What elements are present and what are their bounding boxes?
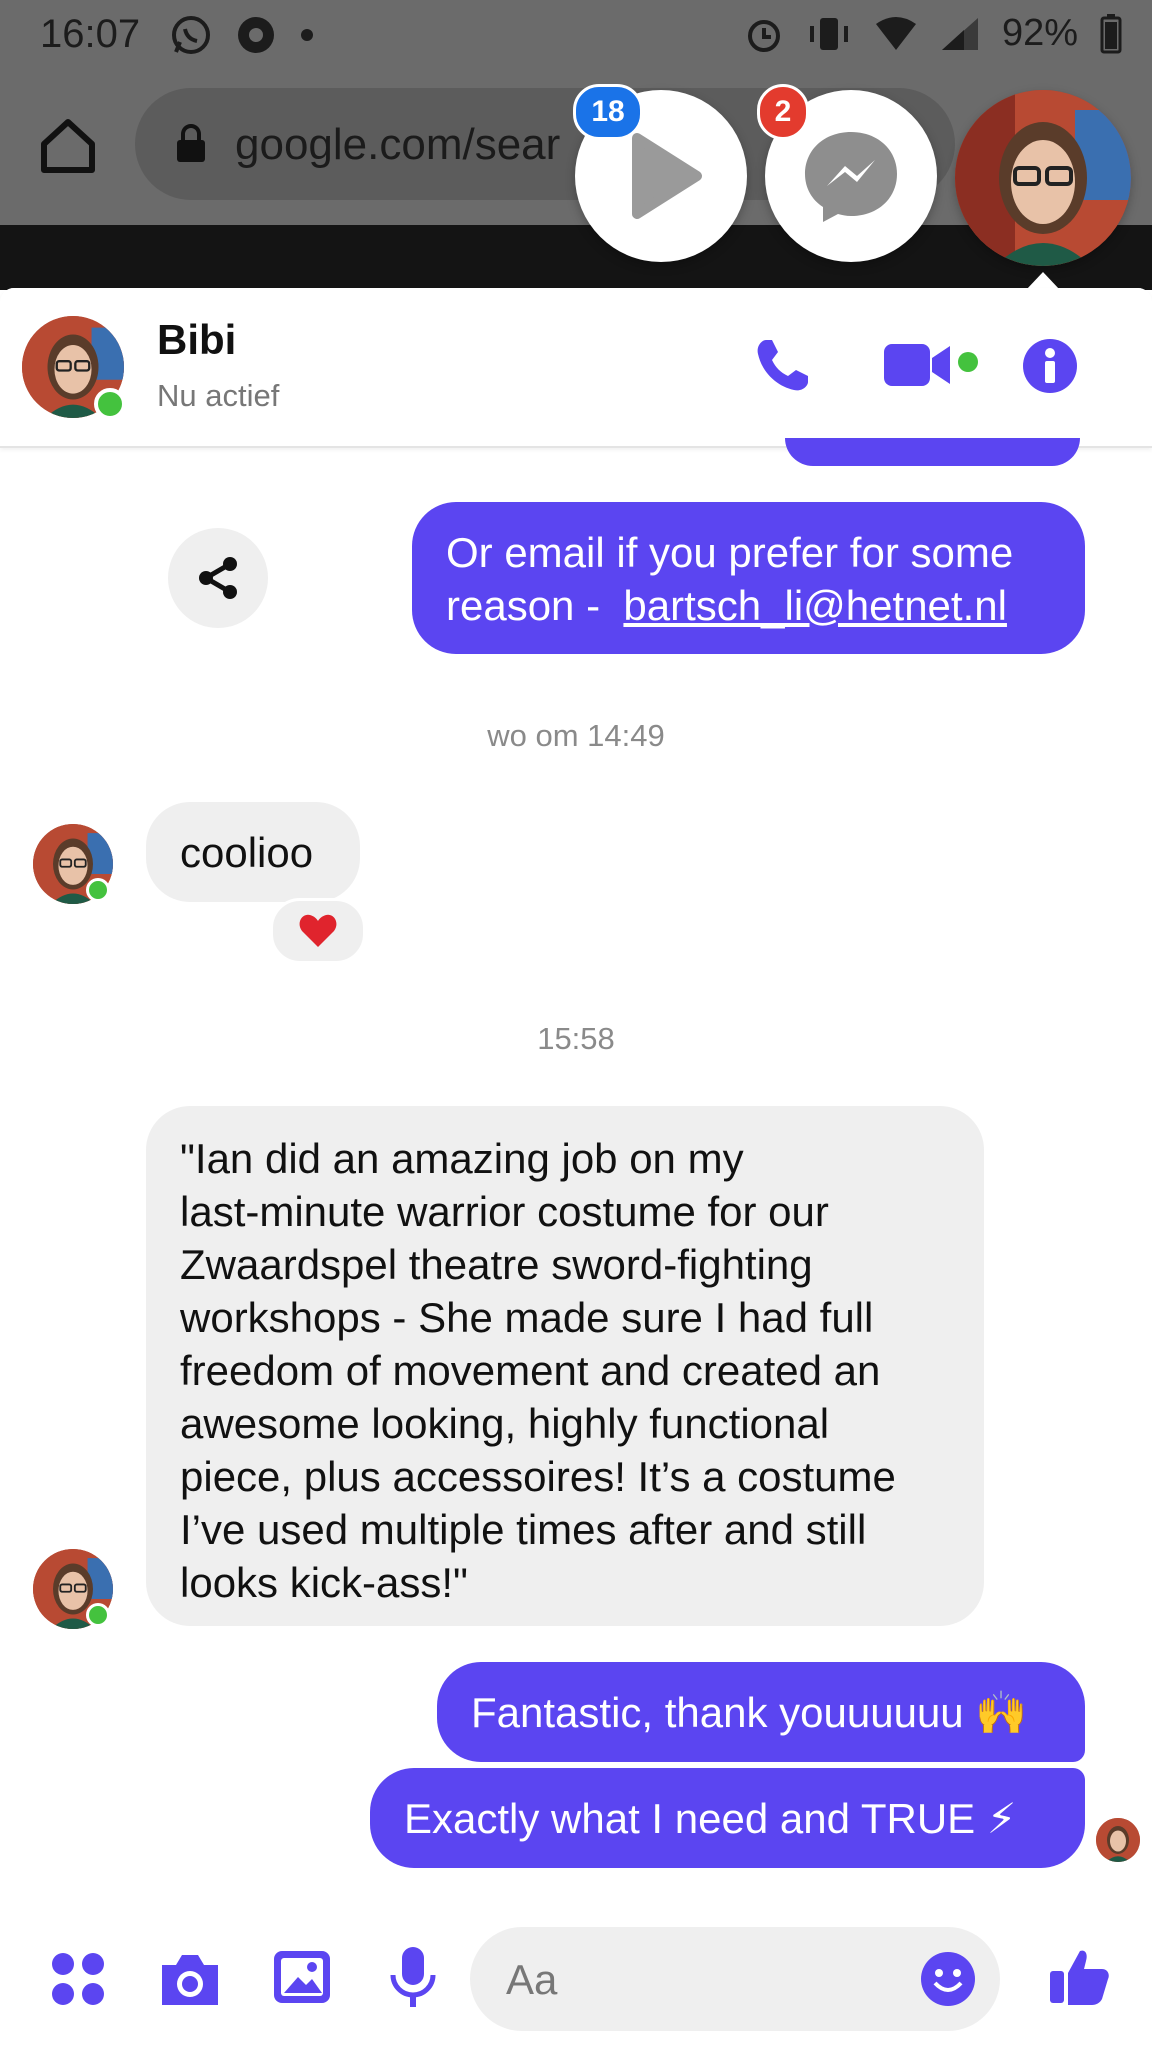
- info-icon[interactable]: [1022, 338, 1078, 394]
- apps-grid-icon[interactable]: [50, 1951, 106, 2007]
- chrome-icon: [238, 17, 274, 53]
- message-text: Fantastic, thank youuuuuu 🙌: [471, 1689, 1028, 1736]
- status-time: 16:07: [40, 12, 141, 56]
- message-line: last-minute warrior costume for our: [180, 1188, 829, 1235]
- status-icons-right: 92%: [744, 12, 1122, 55]
- message-text: Or email if you prefer for some: [446, 529, 1014, 576]
- message-line: looks kick-ass!": [180, 1559, 468, 1606]
- battery-percentage: 92%: [1001, 12, 1078, 54]
- whatsapp-icon: [172, 16, 210, 54]
- reaction-badge[interactable]: [270, 898, 366, 964]
- chathead-messenger[interactable]: 2: [757, 84, 937, 262]
- message-line: I’ve used multiple times after and still: [180, 1506, 867, 1553]
- online-indicator: [86, 1603, 110, 1627]
- outgoing-message[interactable]: Exactly what I need and TRUE ⚡: [370, 1768, 1085, 1868]
- message-line: Zwaardspel theatre sword-fighting: [180, 1241, 813, 1288]
- phone-icon[interactable]: [752, 336, 812, 396]
- notification-badge: 2: [757, 84, 809, 140]
- wifi-icon: [875, 16, 916, 50]
- contact-status: Nu actief: [157, 378, 280, 413]
- message-input-container[interactable]: [470, 1927, 1000, 2031]
- chat-header: Bibi Nu actief: [0, 288, 1152, 448]
- chat-window: Bibi Nu actief Or email if you prefer fo…: [0, 288, 1152, 2048]
- video-active-dot: [958, 352, 978, 372]
- email-link[interactable]: bartsch_li@hetnet.nl: [623, 582, 1007, 629]
- incoming-message[interactable]: "Ian did an amazing job on my last-minut…: [146, 1106, 984, 1626]
- heart-icon: [299, 914, 337, 947]
- chathead-video[interactable]: 18: [573, 84, 747, 262]
- outgoing-message[interactable]: Or email if you prefer for some reason -…: [412, 502, 1085, 654]
- notification-badge: 18: [573, 84, 643, 140]
- camera-icon[interactable]: [158, 1949, 222, 2009]
- message-line: workshops - She made sure I had full: [180, 1294, 874, 1341]
- dot-icon: [301, 29, 313, 41]
- battery-icon: [1100, 13, 1122, 53]
- previous-message-bubble[interactable]: [785, 438, 1080, 466]
- timestamp: 15:58: [537, 1021, 615, 1056]
- chathead-contact[interactable]: [955, 90, 1131, 266]
- share-icon: [199, 557, 237, 599]
- thumbs-up-icon[interactable]: [1048, 1945, 1110, 2007]
- video-call-icon[interactable]: [884, 340, 954, 390]
- emoji-icon[interactable]: [920, 1951, 976, 2007]
- contact-avatar: [955, 90, 1131, 266]
- microphone-icon[interactable]: [388, 1945, 438, 2011]
- message-line: awesome looking, highly functional: [180, 1400, 830, 1447]
- signal-icon: [941, 17, 978, 50]
- message-text: Exactly what I need and TRUE ⚡: [404, 1795, 1017, 1842]
- message-input[interactable]: [504, 1949, 908, 2011]
- pointer-caret-icon: [1026, 272, 1060, 290]
- outgoing-message[interactable]: Fantastic, thank youuuuuu 🙌: [437, 1662, 1085, 1762]
- message-line: freedom of movement and created an: [180, 1347, 881, 1394]
- online-indicator: [86, 878, 110, 902]
- status-icons-left: [170, 14, 314, 56]
- message-composer: [0, 1915, 1152, 2048]
- lock-icon: [177, 124, 205, 162]
- vibrate-icon: [809, 17, 848, 50]
- url-text: google.com/sear: [235, 120, 561, 169]
- home-icon[interactable]: [36, 114, 100, 178]
- share-button[interactable]: [168, 528, 268, 628]
- online-indicator: [94, 388, 126, 420]
- contact-name[interactable]: Bibi: [157, 316, 236, 364]
- message-text: coolioo: [180, 829, 314, 876]
- message-text: reason - bartsch_li@hetnet.nl: [446, 582, 1007, 629]
- incoming-message[interactable]: coolioo: [146, 802, 360, 902]
- gallery-icon[interactable]: [272, 1949, 332, 2005]
- alarm-icon: [747, 19, 780, 52]
- message-line: piece, plus accessoires! It’s a costume: [180, 1453, 896, 1500]
- read-receipt-avatar: [1096, 1818, 1140, 1862]
- timestamp: wo om 14:49: [487, 718, 665, 753]
- message-line: "Ian did an amazing job on my: [180, 1135, 744, 1182]
- status-bar: 16:07 92%: [0, 0, 1152, 70]
